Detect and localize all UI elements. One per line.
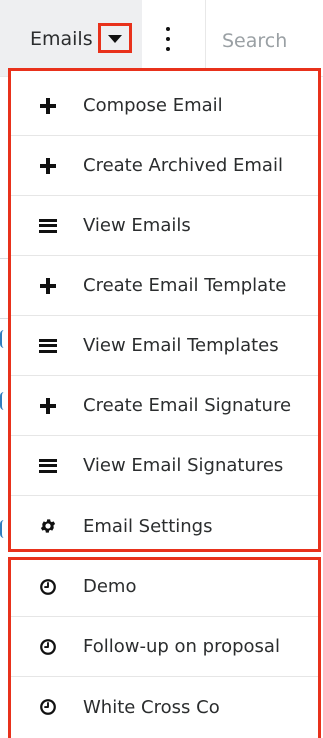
recent-item-label: Follow-up on proposal: [83, 636, 280, 657]
recent-item[interactable]: Demo: [11, 557, 318, 617]
plus-icon: [38, 96, 58, 116]
caret-down-icon: [108, 35, 122, 43]
plus-icon: [38, 156, 58, 176]
top-navigation-bar: Emails Search: [0, 0, 323, 77]
more-options-icon[interactable]: [160, 25, 176, 53]
module-tab-label: Emails: [30, 28, 93, 50]
menu-item[interactable]: View Emails: [11, 196, 318, 256]
module-actions-menu: Compose Email Create Archived Email View E…: [8, 68, 321, 552]
recent-item-label: Demo: [83, 576, 137, 597]
background-link-edge: [0, 520, 6, 538]
gear-icon: [38, 516, 58, 536]
recently-viewed-menu: Demo Follow-up on proposal White Cross Co: [8, 557, 321, 738]
plus-icon: [38, 276, 58, 296]
search-input[interactable]: Search: [222, 28, 287, 54]
menu-item-label: View Emails: [83, 215, 191, 236]
module-menu-toggle-button[interactable]: [98, 23, 132, 53]
menu-item[interactable]: Compose Email: [11, 76, 318, 136]
page: Emails Search Compose Email Create Archiv…: [0, 0, 323, 738]
menu-item[interactable]: Create Archived Email: [11, 136, 318, 196]
menu-item[interactable]: Create Email Signature: [11, 376, 318, 436]
recent-item-label: White Cross Co: [83, 696, 220, 718]
menu-item-label: Create Archived Email: [83, 155, 283, 176]
menu-item-label: View Email Templates: [83, 335, 279, 356]
background-divider: [0, 258, 8, 259]
clock-icon: [38, 637, 58, 657]
recent-item[interactable]: Follow-up on proposal: [11, 617, 318, 677]
menu-item[interactable]: View Email Signatures: [11, 436, 318, 496]
menu-item-label: Create Email Template: [83, 275, 287, 296]
clock-icon: [38, 697, 58, 717]
plus-icon: [38, 396, 58, 416]
emails-module-tab[interactable]: Emails: [0, 0, 142, 76]
menu-item[interactable]: View Email Templates: [11, 316, 318, 376]
clock-icon: [38, 577, 58, 597]
list-icon: [38, 456, 58, 476]
menu-item[interactable]: Create Email Template: [11, 256, 318, 316]
list-icon: [38, 216, 58, 236]
search-divider: [205, 0, 206, 76]
menu-item-label: Compose Email: [83, 95, 223, 116]
menu-item[interactable]: Email Settings: [11, 496, 318, 556]
menu-item-label: View Email Signatures: [83, 455, 284, 476]
menu-item-label: Email Settings: [83, 515, 213, 537]
list-icon: [38, 336, 58, 356]
menu-item-label: Create Email Signature: [83, 395, 292, 416]
background-link-edge: [0, 330, 6, 348]
background-link-edge: [0, 392, 6, 410]
recent-item[interactable]: White Cross Co: [11, 677, 318, 737]
background-divider: [0, 318, 8, 319]
